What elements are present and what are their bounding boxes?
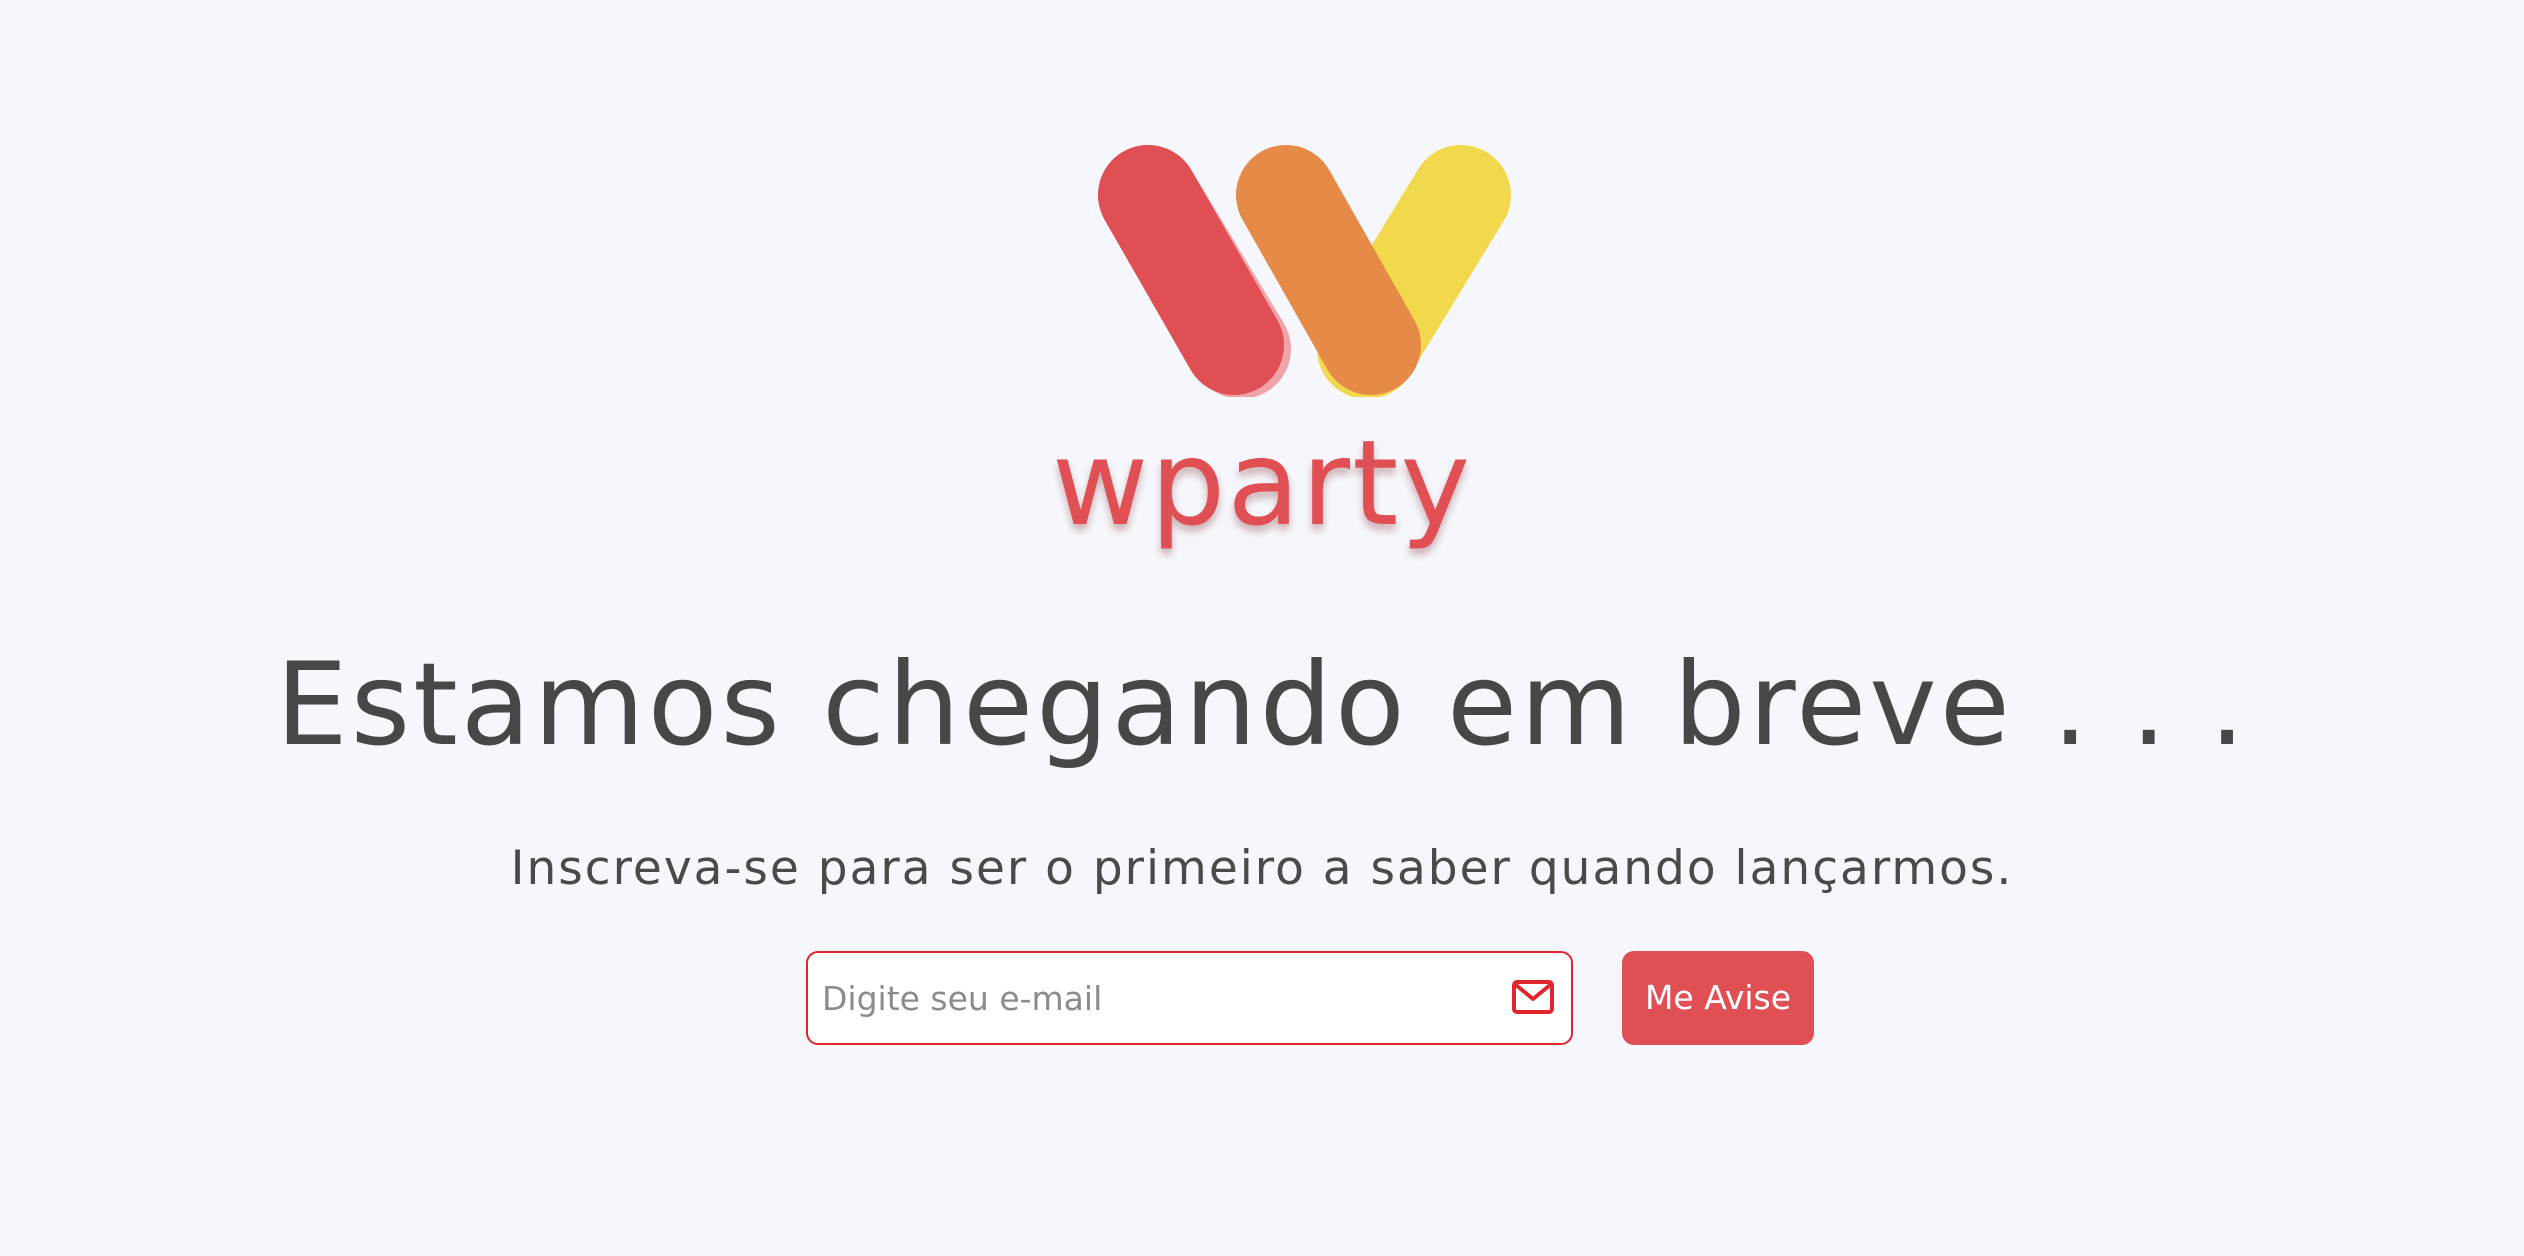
notify-me-button[interactable]: Me Avise bbox=[1622, 951, 1814, 1045]
page-title: Estamos chegando em breve . . . bbox=[275, 638, 2249, 771]
wparty-logo-icon bbox=[1098, 145, 1511, 397]
page-subtitle: Inscreva-se para ser o primeiro a saber … bbox=[510, 841, 2014, 896]
email-field-container bbox=[806, 951, 1573, 1045]
envelope-icon bbox=[1512, 980, 1554, 1014]
brand-name: wparty bbox=[1051, 414, 1473, 552]
email-field[interactable] bbox=[822, 953, 1482, 1043]
